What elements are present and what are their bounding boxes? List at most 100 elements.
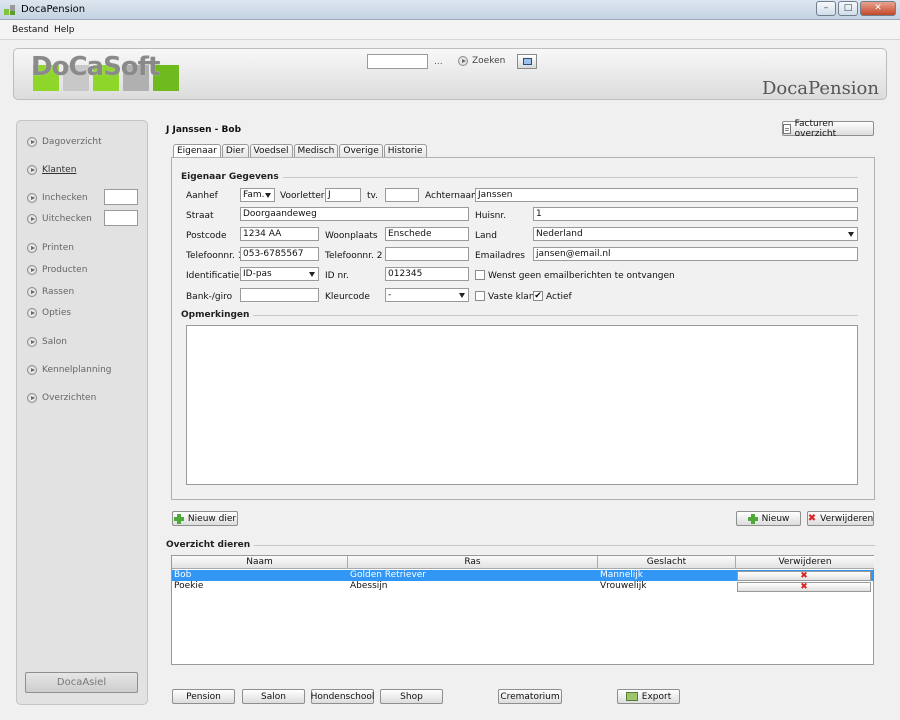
tab-overige[interactable]: Overige [339,144,383,158]
table-row[interactable]: Poekie Abessijn Vrouwelijk ✖ [172,581,874,592]
tab-historie[interactable]: Historie [383,144,427,158]
telefoon2-field[interactable] [385,247,469,261]
tab-voedsel[interactable]: Voedsel [249,144,293,158]
no-email-checkbox[interactable] [475,270,485,280]
sidebar-item-uitchecken[interactable]: Uitchecken [27,214,92,224]
land-select[interactable]: Nederland [533,227,858,241]
label-idnr: ID nr. [325,271,349,281]
crematorium-button[interactable]: Crematorium [498,689,562,704]
telefoon1-field[interactable]: 053-6785567 [240,247,319,261]
overzicht-dieren-title: Overzicht dieren [166,540,255,550]
salon-button[interactable]: Salon [242,689,305,704]
actief-checkbox[interactable]: ✔ [533,291,543,301]
delete-row-button[interactable]: ✖ [737,582,871,592]
section-divider [258,177,858,178]
cell-geslacht: Mannelijk [600,570,643,580]
docasoft-logo: DoCaSoft [31,52,191,96]
docaasiel-button[interactable]: DocaAsiel [25,672,138,693]
hondenschool-button[interactable]: Hondenschool [311,689,374,704]
postcode-field[interactable]: 1234 AA [240,227,319,241]
cell-ras: Abessijn [350,581,388,591]
maximize-button[interactable]: □ [838,1,858,16]
search-options-button[interactable]: ... [434,57,443,67]
search-input[interactable] [367,54,428,69]
sidebar-item-dagoverzicht[interactable]: Dagoverzicht [27,137,102,147]
arrow-circle-icon [27,265,37,275]
label-aanhef: Aanhef [186,191,218,201]
idnr-field[interactable]: 012345 [385,267,469,281]
sidebar-item-klanten[interactable]: Klanten [27,165,76,175]
search-button[interactable]: Zoeken [458,56,505,66]
sidebar-item-printen[interactable]: Printen [27,243,74,253]
email-field[interactable]: jansen@email.nl [533,247,858,261]
label-telefoon1: Telefoonnr. 1 [186,251,244,261]
kleurcode-select[interactable]: - [385,288,469,302]
nieuw-dier-label: Nieuw dier [187,513,237,524]
label-huisnr: Huisnr. [475,211,507,221]
tussenvoegsel-field[interactable] [385,188,419,202]
nieuw-label: Nieuw [761,513,790,524]
column-naam[interactable]: Naam [172,556,348,569]
aanhef-select[interactable]: Fam. [240,188,275,202]
column-ras[interactable]: Ras [348,556,598,569]
opmerkingen-textarea[interactable] [186,325,858,485]
sidebar-item-label: Kennelplanning [42,365,112,375]
identificatie-select[interactable]: ID-pas [240,267,319,281]
arrow-circle-icon [27,287,37,297]
facturen-overzicht-button[interactable]: Facturen overzicht [782,119,874,139]
close-button[interactable]: ✕ [860,1,896,16]
sidebar-item-opties[interactable]: Opties [27,308,71,318]
inchecken-input[interactable] [104,189,138,205]
woonplaats-field[interactable]: Enschede [385,227,469,241]
plus-icon [173,513,184,524]
arrow-circle-icon [27,214,37,224]
vaste-klant-checkbox[interactable] [475,291,485,301]
label-no-email: Wenst geen emailberichten te ontvangen [488,271,675,281]
achternaam-field[interactable]: Janssen [475,188,858,202]
sidebar-item-rassen[interactable]: Rassen [27,287,74,297]
overzicht-divider [236,545,875,546]
straat-field[interactable]: Doorgaandeweg [240,207,469,221]
sidebar: Dagoverzicht Klanten Inchecken Uitchecke… [16,120,148,705]
huisnr-field[interactable]: 1 [533,207,858,221]
label-postcode: Postcode [186,231,227,241]
screen-button[interactable] [517,54,537,69]
table-row[interactable]: Bob Golden Retriever Mannelijk ✖ [172,570,874,581]
search-button-label: Zoeken [472,56,506,66]
column-verwijderen[interactable]: Verwijderen [736,556,874,569]
tab-dier[interactable]: Dier [221,144,249,158]
minimize-button[interactable]: – [816,1,836,16]
export-button[interactable]: Export [617,689,680,704]
logo-text: DoCaSoft [31,52,160,82]
nieuw-dier-button[interactable]: Nieuw dier [172,511,238,526]
pension-button[interactable]: Pension [172,689,235,704]
column-geslacht[interactable]: Geslacht [598,556,736,569]
sidebar-item-inchecken[interactable]: Inchecken [27,193,88,203]
verwijderen-button[interactable]: ✖ Verwijderen [807,511,874,526]
menu-help[interactable]: Help [54,25,75,35]
uitchecken-input[interactable] [104,210,138,226]
menu-bar: Bestand Help [0,20,900,40]
sidebar-item-salon[interactable]: Salon [27,337,67,347]
sidebar-item-producten[interactable]: Producten [27,265,87,275]
bank-field[interactable] [240,288,319,302]
voorletters-field[interactable]: J [325,188,361,202]
tab-medisch[interactable]: Medisch [293,144,339,158]
nieuw-button[interactable]: Nieuw [736,511,801,526]
label-straat: Straat [186,211,214,221]
export-icon [625,692,638,701]
arrow-circle-icon [27,337,37,347]
shop-button[interactable]: Shop [380,689,443,704]
sidebar-item-kennelplanning[interactable]: Kennelplanning [27,365,112,375]
delete-row-button[interactable]: ✖ [737,571,871,581]
arrow-circle-icon [27,165,37,175]
arrow-circle-icon [27,243,37,253]
sidebar-item-overzichten[interactable]: Overzichten [27,393,96,403]
cell-naam: Poekie [174,581,204,591]
app-icon [4,4,16,15]
menu-bestand[interactable]: Bestand [12,25,49,35]
sidebar-item-label: Rassen [42,287,75,297]
sidebar-item-label: Salon [42,337,67,347]
sidebar-item-label: Opties [42,308,72,318]
monitor-icon [523,58,532,65]
